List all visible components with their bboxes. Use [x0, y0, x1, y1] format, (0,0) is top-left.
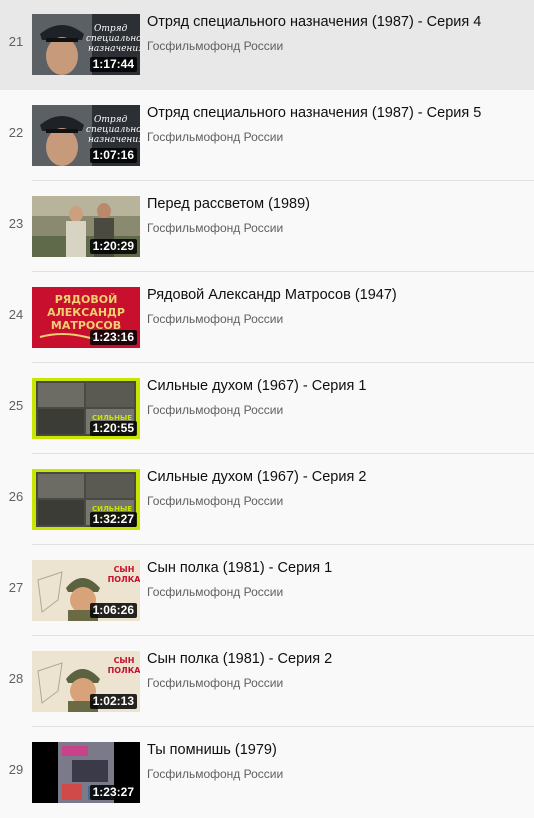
- duration-badge: 1:07:16: [89, 148, 137, 163]
- row-divider: [32, 271, 534, 272]
- duration-badge: 1:23:16: [89, 330, 137, 345]
- item-index: 28: [8, 671, 24, 686]
- item-index: 21: [8, 34, 24, 49]
- playlist-item[interactable]: 29 1:23:27 Ты помнишь (1979) Госфильмофо…: [0, 728, 534, 818]
- duration-badge: 1:20:55: [89, 421, 137, 436]
- playlist-item[interactable]: 28 СЫН ПОЛКА 1:02:13 Сын полка (1981) - …: [0, 637, 534, 727]
- playlist-item[interactable]: 24 РЯДОВОЙ АЛЕКСАНДР МАТРОСОВ 1:23:16 Ря…: [0, 273, 534, 363]
- row-divider: [32, 635, 534, 636]
- svg-text:СЫН: СЫН: [114, 656, 135, 665]
- item-index: 24: [8, 307, 24, 322]
- video-title[interactable]: Рядовой Александр Матросов (1947): [147, 286, 528, 304]
- video-thumbnail[interactable]: 1:20:29: [32, 196, 140, 257]
- playlist-panel: 21 Отряд специального назначения 1:17:44…: [0, 0, 534, 815]
- channel-name[interactable]: Госфильмофонд России: [147, 311, 283, 327]
- video-thumbnail[interactable]: Отряд специального назначения 1:17:44: [32, 14, 140, 75]
- video-title[interactable]: Сильные духом (1967) - Серия 2: [147, 468, 528, 486]
- channel-name[interactable]: Госфильмофонд России: [147, 584, 283, 600]
- svg-text:АЛЕКСАНДР: АЛЕКСАНДР: [47, 306, 125, 319]
- playlist-item[interactable]: 26 СИЛЬНЫЕ ДУХОМ 1:32:27 Сильные духом (…: [0, 455, 534, 545]
- video-thumbnail[interactable]: Отряд специального назначения 1:07:16: [32, 105, 140, 166]
- channel-name[interactable]: Госфильмофонд России: [147, 220, 283, 236]
- svg-text:ПОЛКА: ПОЛКА: [108, 666, 140, 675]
- item-index: 22: [8, 125, 24, 140]
- item-index: 26: [8, 489, 24, 504]
- channel-name[interactable]: Госфильмофонд России: [147, 493, 283, 509]
- playlist-item[interactable]: 27 СЫН ПОЛКА 1:06:26 Сын полка (1981) - …: [0, 546, 534, 636]
- row-divider: [32, 180, 534, 181]
- video-title[interactable]: Сын полка (1981) - Серия 1: [147, 559, 528, 577]
- video-thumbnail[interactable]: РЯДОВОЙ АЛЕКСАНДР МАТРОСОВ 1:23:16: [32, 287, 140, 348]
- duration-badge: 1:32:27: [89, 512, 137, 527]
- video-thumbnail[interactable]: СЫН ПОЛКА 1:02:13: [32, 651, 140, 712]
- video-title[interactable]: Отряд специального назначения (1987) - С…: [147, 13, 528, 31]
- duration-badge: 1:20:29: [89, 239, 137, 254]
- channel-name[interactable]: Госфильмофонд России: [147, 38, 283, 54]
- duration-badge: 1:06:26: [89, 603, 137, 618]
- item-index: 27: [8, 580, 24, 595]
- row-divider: [32, 453, 534, 454]
- playlist-item[interactable]: 22 Отряд специального назначения 1:07:16…: [0, 91, 534, 181]
- channel-name[interactable]: Госфильмофонд России: [147, 402, 283, 418]
- channel-name[interactable]: Госфильмофонд России: [147, 675, 283, 691]
- channel-name[interactable]: Госфильмофонд России: [147, 766, 283, 782]
- item-index: 23: [8, 216, 24, 231]
- duration-badge: 1:23:27: [89, 785, 137, 800]
- duration-badge: 1:17:44: [89, 57, 137, 72]
- playlist-item[interactable]: 25 СИЛЬНЫЕ ДУХОМ 1:20:55 Сильные духом (…: [0, 364, 534, 454]
- video-thumbnail[interactable]: 1:23:27: [32, 742, 140, 803]
- item-index: 25: [8, 398, 24, 413]
- playlist-item[interactable]: 23 1:20:29 Перед рассветом (1989) Госфил…: [0, 182, 534, 272]
- item-index: 29: [8, 762, 24, 777]
- video-thumbnail[interactable]: СЫН ПОЛКА 1:06:26: [32, 560, 140, 621]
- video-title[interactable]: Ты помнишь (1979): [147, 741, 528, 759]
- video-title[interactable]: Сын полка (1981) - Серия 2: [147, 650, 528, 668]
- channel-name[interactable]: Госфильмофонд России: [147, 129, 283, 145]
- video-title[interactable]: Отряд специального назначения (1987) - С…: [147, 104, 528, 122]
- video-thumbnail[interactable]: СИЛЬНЫЕ ДУХОМ 1:32:27: [32, 469, 140, 530]
- row-divider: [32, 726, 534, 727]
- row-divider: [32, 362, 534, 363]
- svg-text:ПОЛКА: ПОЛКА: [108, 575, 140, 584]
- row-divider: [32, 544, 534, 545]
- svg-text:СЫН: СЫН: [114, 565, 135, 574]
- svg-text:РЯДОВОЙ: РЯДОВОЙ: [55, 293, 118, 306]
- video-title[interactable]: Сильные духом (1967) - Серия 1: [147, 377, 528, 395]
- duration-badge: 1:02:13: [89, 694, 137, 709]
- video-title[interactable]: Перед рассветом (1989): [147, 195, 528, 213]
- playlist-item[interactable]: 21 Отряд специального назначения 1:17:44…: [0, 0, 534, 90]
- video-thumbnail[interactable]: СИЛЬНЫЕ ДУХОМ 1:20:55: [32, 378, 140, 439]
